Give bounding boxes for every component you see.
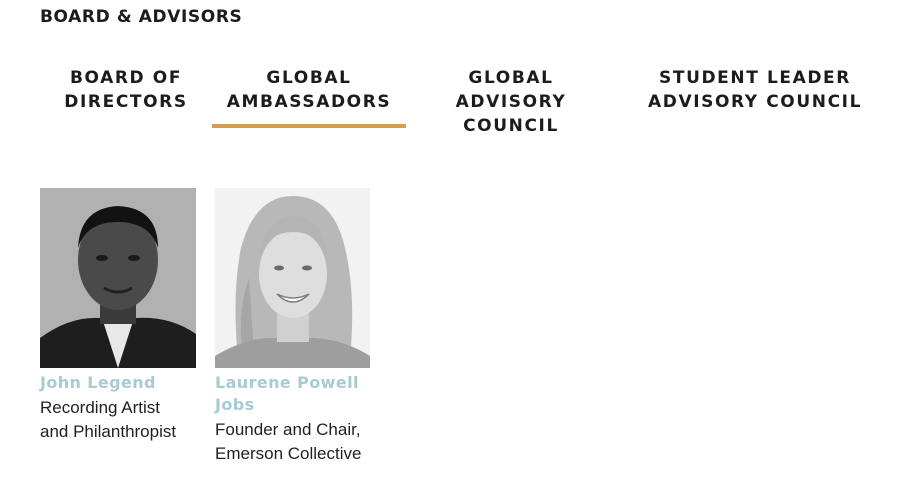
tab-global-ambassadors[interactable]: GLOBAL AMBASSADORS [212, 66, 406, 114]
person-name-link[interactable]: Laurene Powell Jobs [215, 372, 395, 416]
person-name-link[interactable]: John Legend [40, 372, 210, 394]
portrait-photo[interactable] [40, 188, 196, 368]
person-role: Recording Artist and Philanthropist [40, 398, 177, 441]
person-card: John Legend Recording Artist and Philant… [40, 188, 210, 444]
active-tab-indicator [212, 124, 406, 128]
person-role: Founder and Chair, Emerson Collective [215, 420, 362, 463]
tab-label: STUDENT LEADER ADVISORY COUNCIL [647, 68, 863, 112]
person-card: Laurene Powell Jobs Founder and Chair, E… [215, 188, 395, 466]
tab-label: GLOBAL ADVISORY COUNCIL [455, 68, 567, 136]
portrait-photo[interactable] [215, 188, 370, 368]
tab-label: BOARD OF DIRECTORS [64, 68, 188, 112]
section-title: BOARD & ADVISORS [40, 7, 243, 27]
tab-board-of-directors[interactable]: BOARD OF DIRECTORS [60, 66, 192, 114]
tab-label: GLOBAL AMBASSADORS [226, 68, 392, 112]
tab-student-leader-advisory-council[interactable]: STUDENT LEADER ADVISORY COUNCIL [640, 66, 870, 114]
tab-global-advisory-council[interactable]: GLOBAL ADVISORY COUNCIL [440, 66, 582, 138]
